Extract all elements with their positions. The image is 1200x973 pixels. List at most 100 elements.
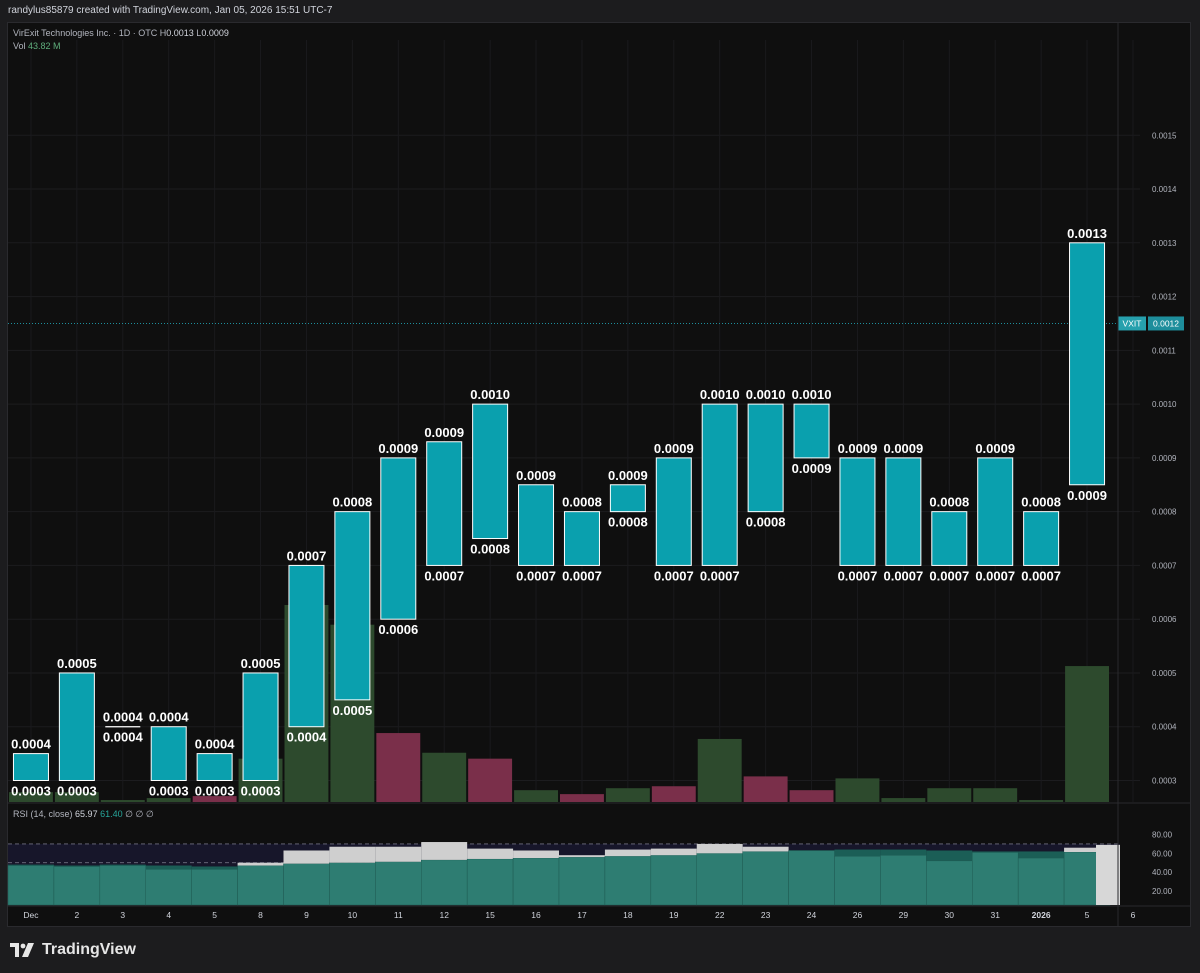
price-tick-label: 0.0006 (1152, 615, 1177, 624)
high-value-label: 0.0004 (149, 710, 190, 725)
rsi-bar (53, 866, 101, 906)
low-value-label: 0.0004 (103, 730, 144, 745)
rsi-bar (512, 857, 560, 906)
rsi-bar (788, 850, 835, 906)
volume-bar (881, 798, 926, 802)
low-value-label: 0.0008 (470, 542, 510, 557)
rsi-tick-label: 60.00 (1152, 849, 1173, 858)
time-axis-label: 9 (304, 910, 309, 920)
time-axis-label: 31 (990, 910, 1000, 920)
low-value-label: 0.0008 (746, 515, 786, 530)
rsi-bar (237, 865, 284, 906)
price-box (839, 457, 876, 566)
tradingview-brand[interactable]: TradingView (42, 941, 136, 959)
rsi-bar (742, 851, 789, 906)
high-value-label: 0.0004 (103, 710, 144, 725)
high-value-label: 0.0008 (1021, 495, 1061, 510)
volume-bar (1065, 666, 1109, 802)
time-axis-label: 15 (485, 910, 495, 920)
rsi-above-ma-bar (513, 850, 559, 859)
price-tick-label: 0.0012 (1152, 293, 1177, 302)
low-value-label: 0.0007 (838, 568, 878, 583)
rsi-above-ma-bar (283, 850, 330, 864)
price-tick-label: 0.0015 (1152, 131, 1177, 140)
low-value-label: 0.0009 (792, 461, 832, 476)
price-box (334, 511, 371, 701)
rsi-extra-3: ∅ (145, 809, 154, 819)
rsi-above-ma-bar (237, 862, 284, 866)
rsi-bar (834, 855, 881, 906)
rsi-above-ma-bar (650, 848, 697, 856)
low-value-label: 0.0009 (1067, 488, 1107, 503)
price-tick-label: 0.0011 (1152, 346, 1176, 355)
price-box (747, 403, 784, 513)
volume-bar (100, 800, 145, 802)
high-value-label: 0.0005 (57, 656, 97, 671)
price-tick-label: 0.0010 (1152, 400, 1177, 409)
time-axis-label: 4 (166, 910, 171, 920)
time-axis-label: 3 (120, 910, 125, 920)
low-value: 0.0009 (201, 28, 229, 38)
price-box (288, 564, 325, 728)
price-tick-label: 0.0004 (1152, 723, 1177, 732)
volume-bar (835, 778, 880, 802)
rsi-bar (1017, 857, 1065, 906)
low-value-label: 0.0003 (241, 783, 281, 798)
time-axis-label: 11 (394, 910, 403, 920)
rsi-above-ma-bar (604, 849, 651, 857)
price-box (472, 403, 509, 540)
low-value-label: 0.0007 (1021, 568, 1061, 583)
rsi-below-ma-bar (191, 866, 238, 870)
low-value-label: 0.0005 (332, 703, 372, 718)
volume-bar (468, 758, 513, 802)
high-value-label: 0.0009 (975, 441, 1015, 456)
low-value-label: 0.0003 (11, 783, 51, 798)
volume-label[interactable]: Vol (13, 41, 26, 51)
rsi-above-ma-bar (375, 846, 422, 862)
rsi-bar (696, 853, 743, 906)
volume-value: 43.82 M (28, 41, 61, 51)
low-value-label: 0.0003 (57, 783, 97, 798)
price-box (563, 511, 600, 566)
price-box (12, 753, 49, 781)
rsi-above-ma-bar (559, 855, 605, 858)
price-box (518, 484, 555, 566)
rsi-bar (375, 861, 422, 906)
chart-svg[interactable]: 0.0015 0.0014 0.0013 0.0012 0.0011 0.0010 0.00… (0, 0, 1200, 973)
high-value-label: 0.0008 (332, 495, 372, 510)
high-value-label: 0.0010 (792, 387, 832, 402)
rsi-above-ma-bar (329, 846, 376, 863)
price-box (655, 457, 692, 566)
low-value-label: 0.0007 (883, 568, 923, 583)
low-value-label: 0.0007 (424, 568, 464, 583)
rsi-tick-label: 20.00 (1152, 887, 1173, 896)
volume-bar (973, 788, 1018, 802)
high-value-label: 0.0009 (883, 441, 923, 456)
rsi-above-ma-bar (696, 843, 743, 854)
rsi-bar (650, 854, 697, 906)
time-axis-label: 22 (715, 910, 725, 920)
rsi-bar (421, 859, 468, 906)
tradingview-logo-icon (10, 943, 34, 957)
rsi-label[interactable]: RSI (14, close) (13, 809, 73, 819)
rsi-extra-1: ∅ (125, 809, 133, 819)
ticker-badge-text: VXIT (1123, 318, 1142, 328)
high-value-label: 0.0008 (562, 495, 602, 510)
time-axis-label: 6 (1131, 910, 1136, 920)
price-box (701, 403, 738, 566)
high-value-label: 0.0009 (378, 441, 418, 456)
symbol-legend: VirExit Technologies Inc. · 1D · OTC H0.… (13, 27, 229, 53)
rsi-bar (466, 858, 514, 906)
symbol-line[interactable]: VirExit Technologies Inc. · 1D · OTC (13, 28, 157, 38)
high-value-label: 0.0010 (470, 387, 510, 402)
price-tick-label: 0.0014 (1152, 185, 1177, 194)
time-axis-label: 18 (623, 910, 633, 920)
price-box (931, 511, 968, 566)
time-axis-label: 5 (212, 910, 217, 920)
low-value-label: 0.0007 (562, 568, 602, 583)
price-box (150, 726, 187, 781)
volume-bar (514, 790, 558, 802)
footer: TradingView (10, 939, 136, 961)
price-tick-label: 0.0009 (1152, 454, 1177, 463)
high-value-label: 0.0009 (608, 468, 648, 483)
